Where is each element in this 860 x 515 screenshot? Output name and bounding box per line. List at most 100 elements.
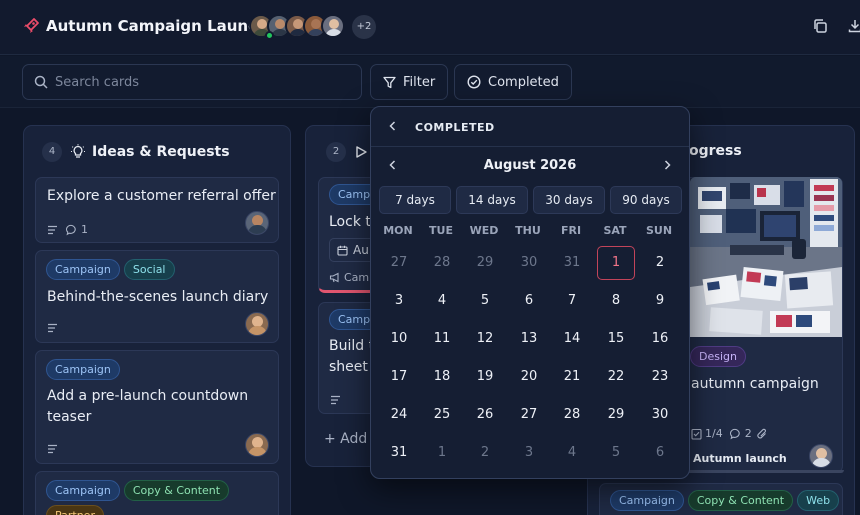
avatar[interactable] [809, 444, 833, 468]
calendar-day[interactable]: 26 [466, 398, 504, 432]
comment-icon [729, 428, 740, 439]
calendar-day[interactable]: 17 [380, 360, 418, 394]
tag-campaign: Campaign [46, 359, 120, 380]
avatar[interactable] [245, 211, 269, 235]
column-title[interactable]: Ideas & Requests [92, 144, 230, 160]
calendar-day[interactable]: 27 [510, 398, 548, 432]
calendar-day[interactable]: 1 [423, 436, 461, 470]
avatar[interactable] [245, 433, 269, 457]
calendar-day[interactable]: 22 [597, 360, 635, 394]
board-title[interactable]: Autumn Campaign Launch [46, 17, 268, 35]
card-title: Explore a customer referral offer [47, 188, 276, 204]
calendar-day[interactable]: 12 [466, 322, 504, 356]
download-icon[interactable] [847, 18, 860, 34]
calendar-day[interactable]: 10 [380, 322, 418, 356]
calendar-day[interactable]: 15 [597, 322, 635, 356]
calendar-month-label: August 2026 [483, 158, 577, 173]
calendar-day[interactable]: 5 [597, 436, 635, 470]
card-title-line: Add a pre-launch countdown [47, 388, 249, 404]
calendar-day[interactable]: 19 [466, 360, 504, 394]
tag-campaign: Campaign [46, 480, 120, 501]
popover-title: COMPLETED [415, 121, 495, 134]
weekday-label: SAT [603, 224, 627, 237]
calendar-day[interactable]: 30 [510, 246, 548, 280]
column-header: 4 Ideas & Requests [42, 142, 230, 162]
calendar-day[interactable]: 25 [423, 398, 461, 432]
card[interactable]: Campaign Copy & Content Web [599, 483, 843, 515]
calendar-day[interactable]: 29 [597, 398, 635, 432]
more-members-badge[interactable]: +2 [352, 15, 376, 39]
calendar-day[interactable]: 30 [641, 398, 679, 432]
card-tags: Design [690, 346, 750, 367]
avatar[interactable] [245, 312, 269, 336]
calendar-day[interactable]: 21 [553, 360, 591, 394]
calendar-day[interactable]: 28 [423, 246, 461, 280]
calendar-day[interactable]: 14 [553, 322, 591, 356]
card[interactable]: Campaign Social Behind-the-scenes launch… [35, 250, 279, 343]
card[interactable]: Campaign Add a pre-launch countdown teas… [35, 350, 279, 464]
calendar-day[interactable]: 28 [553, 398, 591, 432]
calendar-day[interactable]: 11 [423, 322, 461, 356]
calendar-day[interactable]: 31 [380, 436, 418, 470]
card-tags: Partner [46, 505, 108, 515]
add-card-button[interactable]: + Add [324, 431, 367, 447]
member-avatars[interactable] [249, 14, 345, 40]
calendar-day[interactable]: 24 [380, 398, 418, 432]
preset-30-days[interactable]: 30 days [533, 186, 605, 214]
calendar-icon [337, 245, 348, 256]
card-meta [47, 444, 62, 454]
card[interactable]: Explore a customer referral offer 1 [35, 177, 279, 243]
preset-7-days[interactable]: 7 days [379, 186, 451, 214]
calendar-day[interactable]: 7 [553, 284, 591, 318]
checklist-progress: 1/4 [705, 427, 723, 440]
preset-14-days[interactable]: 14 days [456, 186, 528, 214]
completed-button-label: Completed [488, 74, 559, 90]
calendar-day[interactable]: 4 [553, 436, 591, 470]
calendar-day[interactable]: 3 [380, 284, 418, 318]
calendar-day[interactable]: 3 [510, 436, 548, 470]
search-input[interactable] [55, 73, 345, 91]
calendar-day[interactable]: 29 [466, 246, 504, 280]
calendar-day[interactable]: 6 [641, 436, 679, 470]
tag-campaign: Campaign [46, 259, 120, 280]
tag-copy-content: Copy & Content [123, 480, 230, 501]
column-card-count: 4 [42, 142, 62, 162]
calendar-day[interactable]: 18 [423, 360, 461, 394]
comment-icon [66, 224, 76, 235]
calendar-day[interactable]: 31 [553, 246, 591, 280]
tag-web: Web [797, 490, 840, 511]
column-title[interactable]: ogress [689, 143, 742, 159]
tag-design: Design [690, 346, 746, 367]
calendar-day[interactable]: 8 [597, 284, 635, 318]
card[interactable]: Campaign Copy & Content Partner [35, 471, 279, 515]
checklist-icon [691, 428, 702, 440]
card-title-line: teaser [47, 409, 92, 425]
calendar-day[interactable]: 4 [423, 284, 461, 318]
tag-partner: Partner [46, 505, 104, 515]
preset-90-days[interactable]: 90 days [610, 186, 682, 214]
search-box[interactable] [22, 64, 362, 100]
lightbulb-icon [71, 144, 85, 158]
calendar-day-selected[interactable]: 1 [597, 246, 635, 280]
calendar-day[interactable]: 20 [510, 360, 548, 394]
avatar[interactable] [321, 14, 345, 38]
calendar-day[interactable]: 9 [641, 284, 679, 318]
filter-button[interactable]: Filter [370, 64, 449, 100]
calendar-day[interactable]: 23 [641, 360, 679, 394]
completed-filter-button[interactable]: Completed [454, 64, 572, 100]
calendar-day[interactable]: 27 [380, 246, 418, 280]
description-icon [331, 395, 340, 405]
next-month-icon[interactable] [661, 159, 673, 171]
calendar-day[interactable]: 16 [641, 322, 679, 356]
calendar-day[interactable]: 2 [641, 246, 679, 280]
calendar-day[interactable]: 6 [510, 284, 548, 318]
card-cover-image[interactable] [690, 177, 842, 337]
back-chevron-icon[interactable] [387, 120, 399, 132]
calendar-day[interactable]: 5 [466, 284, 504, 318]
calendar-day[interactable]: 2 [466, 436, 504, 470]
weekday-label: THU [515, 224, 541, 237]
popover-header: COMPLETED [371, 107, 689, 147]
card-meta [47, 323, 62, 333]
calendar-day[interactable]: 13 [510, 322, 548, 356]
copy-icon[interactable] [812, 18, 828, 34]
